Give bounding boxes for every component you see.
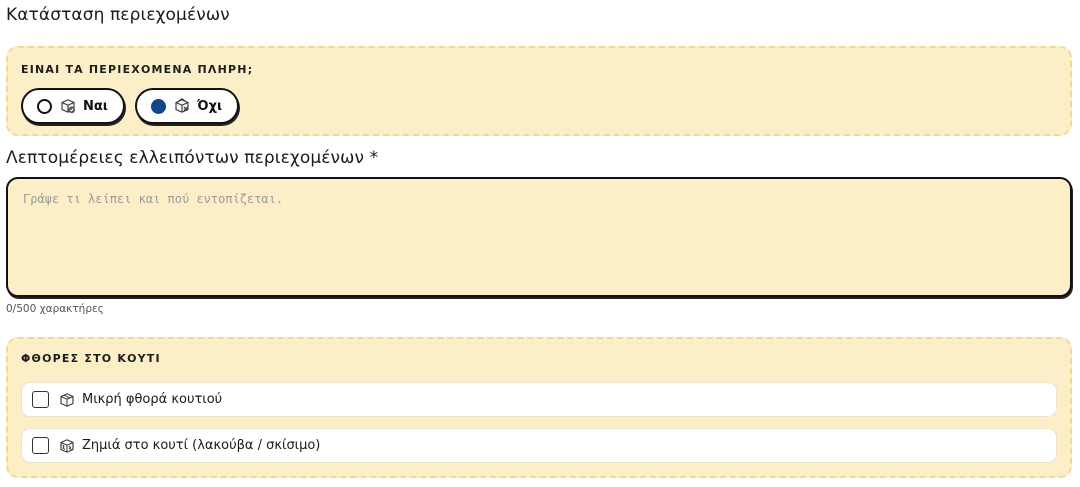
completeness-panel: ΕΙΝΑΙ ΤΑ ΠΕΡΙΕΧΟΜΕΝΑ ΠΛΗΡΗ; Ναι Όχι: [6, 46, 1072, 136]
box-damage-checkbox[interactable]: [32, 437, 49, 454]
box-damage-panel: ΦΘΟΡΕΣ ΣΤΟ ΚΟΥΤΙ Μικρή φθορά κουτιού Ζημ…: [6, 337, 1072, 478]
package-missing-icon: [175, 98, 189, 113]
missing-details-textarea[interactable]: Γράψε τι λείπει και πού εντοπίζεται.: [6, 177, 1072, 297]
box-damage-label: Ζημιά στο κουτί (λακούβα / σκίσιμο): [82, 438, 321, 453]
radio-yes[interactable]: [37, 98, 52, 114]
minor-box-damage-option[interactable]: Μικρή φθορά κουτιού: [21, 382, 1057, 417]
option-yes[interactable]: Ναι: [21, 88, 125, 124]
completeness-question: ΕΙΝΑΙ ΤΑ ΠΕΡΙΕΧΟΜΕΝΑ ΠΛΗΡΗ;: [21, 63, 254, 76]
option-yes-label: Ναι: [83, 98, 108, 114]
package-check-icon: [61, 99, 76, 114]
option-no[interactable]: Όχι: [135, 88, 239, 124]
box-icon: [60, 392, 74, 407]
minor-box-damage-checkbox[interactable]: [32, 391, 49, 408]
radio-no[interactable]: [151, 98, 166, 114]
box-damage-heading: ΦΘΟΡΕΣ ΣΤΟ ΚΟΥΤΙ: [21, 352, 161, 365]
character-counter: 0/500 χαρακτήρες: [6, 303, 104, 315]
minor-box-damage-label: Μικρή φθορά κουτιού: [82, 392, 223, 407]
contents-status-title: Κατάσταση περιεχομένων: [6, 5, 230, 25]
option-no-label: Όχι: [197, 98, 223, 114]
damaged-box-icon: [60, 438, 74, 453]
box-damage-option[interactable]: Ζημιά στο κουτί (λακούβα / σκίσιμο): [21, 428, 1057, 463]
missing-details-title: Λεπτομέρειες ελλειπόντων περιεχομένων *: [6, 148, 379, 168]
